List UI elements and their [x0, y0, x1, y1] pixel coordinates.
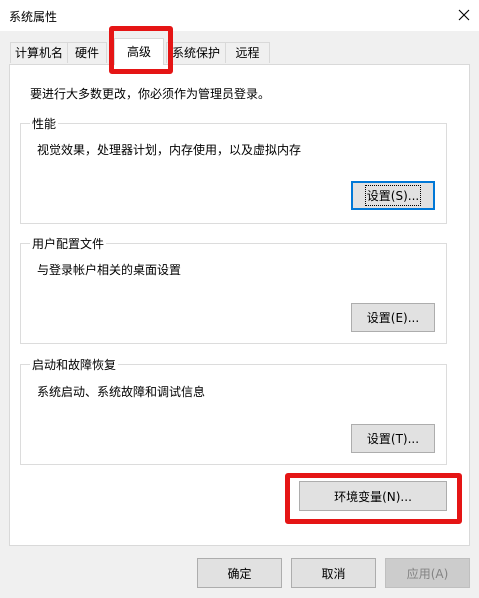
ok-button[interactable]: 确定: [197, 558, 282, 588]
tab-hardware[interactable]: 硬件: [67, 42, 107, 63]
environment-variables-label: 环境变量(N)...: [334, 489, 412, 504]
title-bar: [0, 0, 479, 31]
cancel-button[interactable]: 取消: [291, 558, 376, 588]
user-profiles-description: 与登录帐户相关的桌面设置: [37, 263, 182, 277]
startup-recovery-description: 系统启动、系统故障和调试信息: [37, 385, 206, 399]
apply-button[interactable]: 应用(A): [385, 558, 470, 588]
admin-notice: 要进行大多数更改，你必须作为管理员登录。: [30, 87, 271, 101]
startup-recovery-settings-label: 设置(T)...: [366, 432, 420, 446]
user-profiles-settings-label: 设置(E)...: [366, 311, 420, 325]
user-profiles-group-title: 用户配置文件: [30, 235, 107, 252]
cancel-label: 取消: [321, 566, 346, 581]
close-icon: [458, 9, 470, 21]
startup-recovery-group-title: 启动和故障恢复: [30, 356, 119, 373]
performance-settings-label: 设置(S)...: [364, 185, 422, 206]
apply-label: 应用(A): [406, 566, 449, 581]
user-profiles-settings-button[interactable]: 设置(E)...: [351, 303, 435, 332]
tab-advanced[interactable]: 高级: [114, 38, 164, 65]
startup-recovery-settings-button[interactable]: 设置(T)...: [351, 424, 435, 453]
window-title: 系统属性: [9, 10, 58, 24]
tab-remote[interactable]: 远程: [225, 42, 270, 63]
performance-settings-button[interactable]: 设置(S)...: [351, 181, 435, 210]
performance-group-title: 性能: [30, 115, 59, 132]
tab-system-protection[interactable]: 系统保护: [166, 42, 226, 63]
ok-label: 确定: [227, 566, 252, 581]
performance-description: 视觉效果，处理器计划，内存使用，以及虚拟内存: [37, 143, 302, 157]
environment-variables-button[interactable]: 环境变量(N)...: [299, 481, 447, 511]
tab-computer-name[interactable]: 计算机名: [10, 42, 68, 63]
close-button[interactable]: [452, 2, 476, 28]
